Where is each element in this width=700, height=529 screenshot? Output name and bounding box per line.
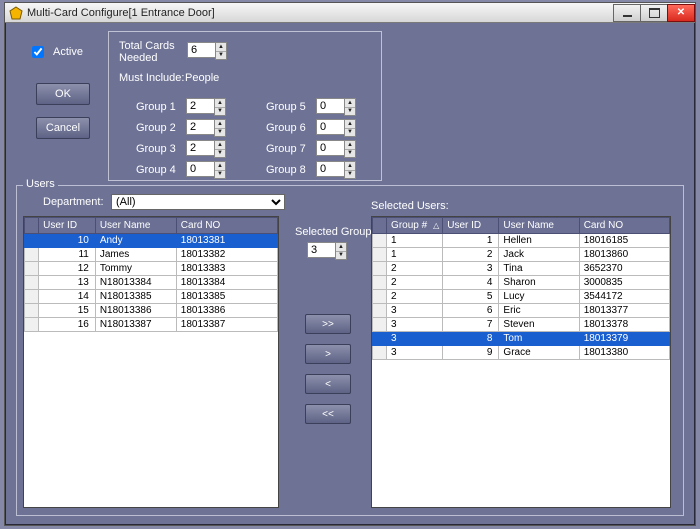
spinner-arrows[interactable]: ▲▼ xyxy=(214,98,226,116)
spinner-arrows[interactable]: ▲▼ xyxy=(214,119,226,137)
maximize-button[interactable] xyxy=(640,4,668,22)
table-row[interactable]: 37Steven18013378 xyxy=(373,318,670,332)
spinner-arrows[interactable]: ▲▼ xyxy=(344,119,356,137)
table-row[interactable]: 11Hellen18016185 xyxy=(373,234,670,248)
client-area: Active OK Cancel Total Cards Needed ▲▼ M… xyxy=(8,25,692,522)
table-row[interactable]: 16N1801338718013387 xyxy=(25,318,278,332)
spinner-arrows[interactable]: ▲▼ xyxy=(344,98,356,116)
table-row[interactable]: 10Andy18013381 xyxy=(25,234,278,248)
column-header[interactable]: Card NO xyxy=(579,218,669,234)
group-label: Group 4 xyxy=(136,164,186,176)
column-header[interactable]: User Name xyxy=(95,218,176,234)
group-input[interactable] xyxy=(316,98,344,114)
group-spinner[interactable]: ▲▼ xyxy=(186,98,226,116)
spinner-arrows[interactable]: ▲▼ xyxy=(214,140,226,158)
total-cards-label: Total Cards Needed xyxy=(119,40,179,64)
group-spinner[interactable]: ▲▼ xyxy=(316,98,356,116)
window-title: Multi-Card Configure[1 Entrance Door] xyxy=(27,7,215,19)
table-row[interactable]: 12Tommy18013383 xyxy=(25,262,278,276)
remove-button[interactable]: < xyxy=(305,374,351,394)
ok-button[interactable]: OK xyxy=(36,83,90,105)
group-input[interactable] xyxy=(316,119,344,135)
selected-group-spinner[interactable]: ▲▼ xyxy=(307,242,347,260)
column-header[interactable]: Card NO xyxy=(176,218,277,234)
spinner-arrows[interactable]: ▲▼ xyxy=(335,242,347,260)
must-include-value: People xyxy=(185,72,219,84)
group-label: Group 8 xyxy=(266,164,316,176)
add-button[interactable]: > xyxy=(305,344,351,364)
spinner-arrows[interactable]: ▲▼ xyxy=(344,161,356,179)
total-cards-input[interactable] xyxy=(187,42,215,58)
minimize-button[interactable] xyxy=(613,4,641,22)
selected-users-table[interactable]: Group #△User IDUser NameCard NO11Hellen1… xyxy=(371,216,671,508)
sort-asc-icon: △ xyxy=(433,221,439,230)
titlebar[interactable]: Multi-Card Configure[1 Entrance Door] xyxy=(5,3,695,23)
column-header[interactable]: User Name xyxy=(499,218,579,234)
total-cards-spinner[interactable]: ▲▼ xyxy=(187,42,227,60)
group-spinner[interactable]: ▲▼ xyxy=(186,140,226,158)
table-row[interactable]: 14N1801338518013385 xyxy=(25,290,278,304)
table-row[interactable]: 23Tina3652370 xyxy=(373,262,670,276)
close-button[interactable] xyxy=(667,4,695,22)
group-spinner[interactable]: ▲▼ xyxy=(186,119,226,137)
group-label: Group 3 xyxy=(136,143,186,155)
group-input[interactable] xyxy=(316,161,344,177)
available-users-table[interactable]: User IDUser NameCard NO10Andy1801338111J… xyxy=(23,216,279,508)
group-label: Group 2 xyxy=(136,122,186,134)
window: Multi-Card Configure[1 Entrance Door] Ac… xyxy=(4,2,696,526)
selected-group-input[interactable] xyxy=(307,242,335,258)
column-header[interactable]: Group #△ xyxy=(387,218,443,234)
table-row[interactable]: 24Sharon3000835 xyxy=(373,276,670,290)
app-icon xyxy=(9,6,23,20)
spinner-arrows[interactable]: ▲▼ xyxy=(344,140,356,158)
cancel-button[interactable]: Cancel xyxy=(36,117,90,139)
department-select[interactable]: (All) xyxy=(111,194,285,210)
users-legend: Users xyxy=(23,178,58,190)
group-input[interactable] xyxy=(186,140,214,156)
group-input[interactable] xyxy=(186,119,214,135)
table-row[interactable]: 25Lucy3544172 xyxy=(373,290,670,304)
column-header[interactable]: User ID xyxy=(39,218,96,234)
table-row[interactable]: 36Eric18013377 xyxy=(373,304,670,318)
users-fieldset: Users Department: (All) User IDUser Name… xyxy=(16,185,684,516)
group-input[interactable] xyxy=(186,98,214,114)
table-row[interactable]: 39Grace18013380 xyxy=(373,346,670,360)
group-label: Group 1 xyxy=(136,101,186,113)
active-label: Active xyxy=(53,46,83,58)
must-include-label: Must Include: xyxy=(119,72,184,84)
group-spinner[interactable]: ▲▼ xyxy=(316,140,356,158)
group-spinner[interactable]: ▲▼ xyxy=(186,161,226,179)
group-input[interactable] xyxy=(186,161,214,177)
department-label: Department: xyxy=(43,196,104,208)
group-spinner[interactable]: ▲▼ xyxy=(316,119,356,137)
table-row[interactable]: 38Tom18013379 xyxy=(373,332,670,346)
group-label: Group 5 xyxy=(266,101,316,113)
spinner-arrows[interactable]: ▲▼ xyxy=(214,161,226,179)
active-checkbox-input[interactable] xyxy=(32,46,44,58)
table-row[interactable]: 13N1801338418013384 xyxy=(25,276,278,290)
table-row[interactable]: 11James18013382 xyxy=(25,248,278,262)
column-header[interactable]: User ID xyxy=(443,218,499,234)
active-checkbox[interactable]: Active xyxy=(28,43,83,61)
group-spinner[interactable]: ▲▼ xyxy=(316,161,356,179)
spinner-arrows[interactable]: ▲▼ xyxy=(215,42,227,60)
group-input[interactable] xyxy=(316,140,344,156)
table-row[interactable]: 15N1801338618013386 xyxy=(25,304,278,318)
selected-users-label: Selected Users: xyxy=(371,200,449,212)
group-label: Group 7 xyxy=(266,143,316,155)
table-row[interactable]: 12Jack18013860 xyxy=(373,248,670,262)
add-all-button[interactable]: >> xyxy=(305,314,351,334)
group-label: Group 6 xyxy=(266,122,316,134)
remove-all-button[interactable]: << xyxy=(305,404,351,424)
selected-group-label: Selected Group # xyxy=(295,226,381,238)
